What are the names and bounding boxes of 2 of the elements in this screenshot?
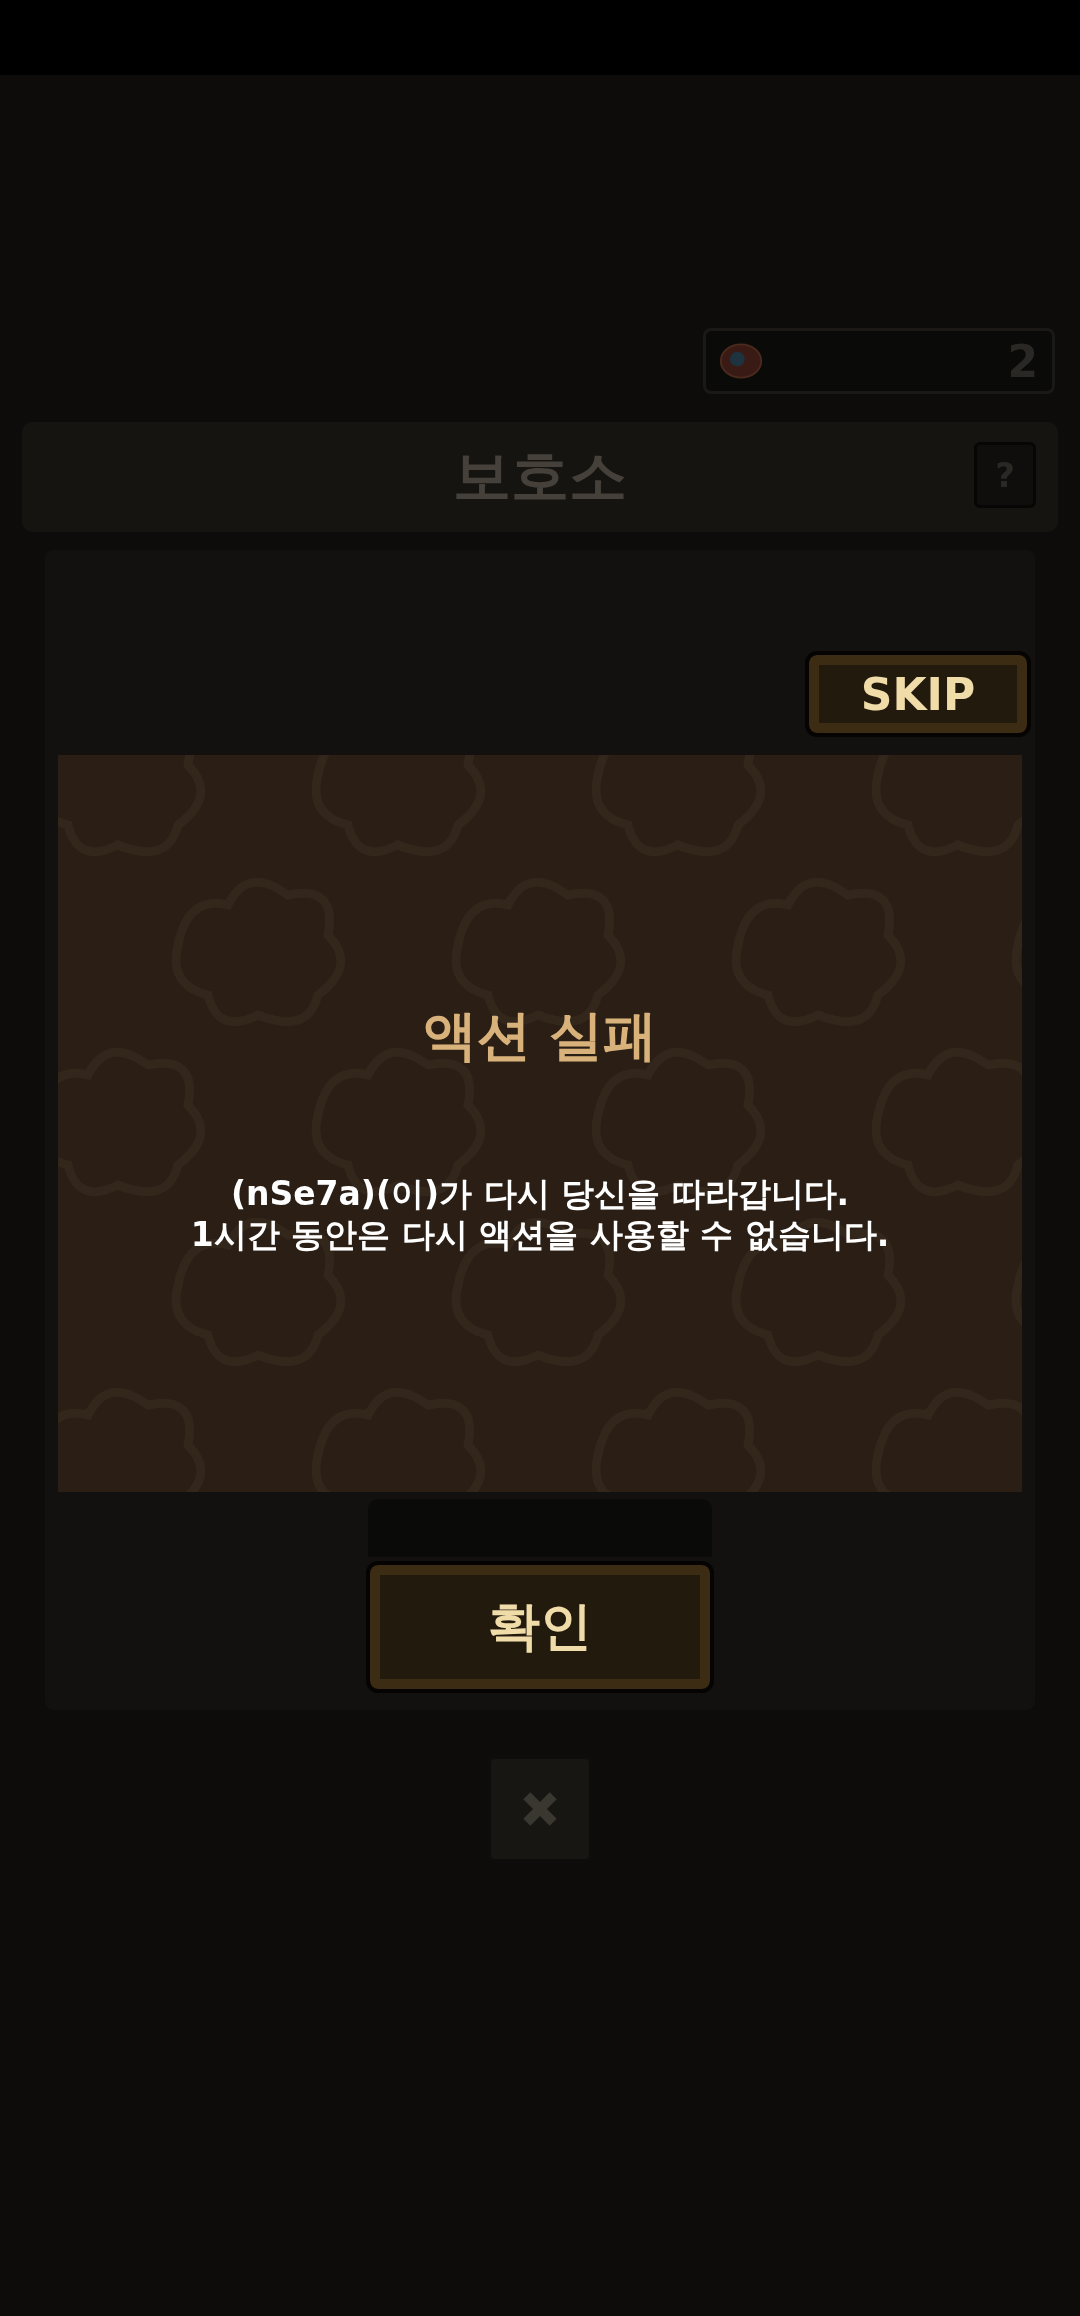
dialog-title: 액션 실패 <box>422 1003 658 1069</box>
dialog-message: (nSe7a)(이)가 다시 당신을 따라갑니다. 1시간 동안은 다시 액션을 사용할 수 없습니다. <box>190 1173 890 1256</box>
